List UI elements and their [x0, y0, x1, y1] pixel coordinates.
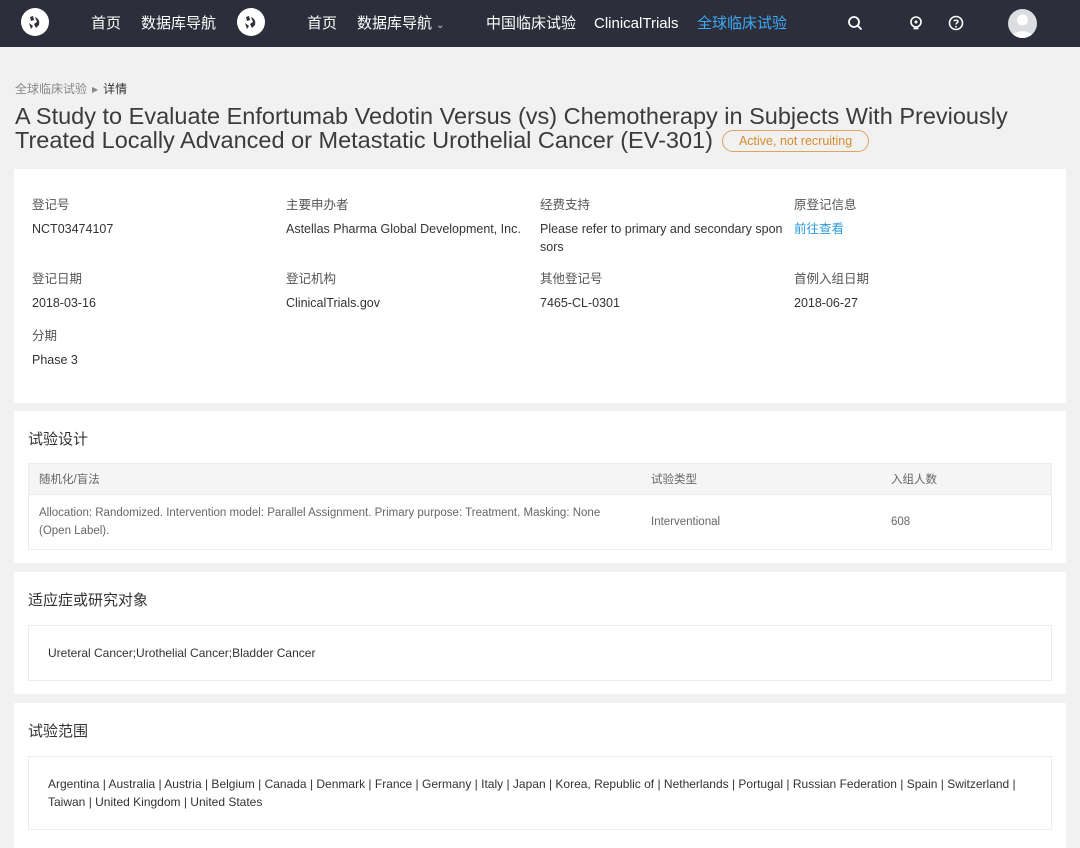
column-header: 随机化/盲法 — [29, 464, 641, 495]
table-header-row: 随机化/盲法 试验类型 入组人数 — [29, 464, 1051, 495]
field-value: 2018-03-16 — [32, 296, 96, 310]
column-header: 入组人数 — [881, 464, 1051, 495]
field-label: 首例入组日期 — [794, 272, 870, 286]
field-label: 分期 — [32, 329, 58, 343]
field-value: 7465-CL-0301 — [540, 296, 620, 310]
field-original-registration: 原登记信息 前往查看 — [794, 194, 857, 238]
scope-box: Argentina | Australia | Austria | Belgiu… — [28, 756, 1052, 830]
field-value: Astellas Pharma Global Development, Inc. — [286, 222, 521, 236]
field-label: 登记机构 — [286, 272, 337, 286]
field-label: 登记日期 — [32, 272, 83, 286]
search-icon[interactable] — [845, 13, 865, 33]
section-title: 试验范围 — [28, 723, 89, 740]
field-reg-date: 登记日期 2018-03-16 — [32, 268, 96, 312]
site-logo-icon[interactable] — [237, 8, 265, 36]
trial-design-card: 试验设计 随机化/盲法 试验类型 入组人数 Allocation: Random… — [14, 411, 1066, 563]
view-original-link[interactable]: 前往查看 — [794, 220, 857, 238]
section-title: 适应症或研究对象 — [28, 592, 149, 609]
chevron-down-icon: ⌄ — [436, 20, 445, 31]
field-label: 其他登记号 — [540, 272, 603, 286]
table-row: Allocation: Randomized. Intervention mod… — [29, 495, 1051, 550]
breadcrumb-current: 详情 — [103, 82, 128, 96]
nav-database-dropdown[interactable]: 数据库导航 ⌄ — [357, 0, 444, 47]
nav-home-link-2[interactable]: 首页 — [307, 0, 337, 47]
lightbulb-icon[interactable] — [906, 13, 926, 33]
conditions-text: Ureteral Cancer;Urothelial Cancer;Bladde… — [48, 646, 316, 660]
conditions-box: Ureteral Cancer;Urothelial Cancer;Bladde… — [28, 625, 1052, 681]
field-value: Please refer to primary and secondary sp… — [540, 222, 783, 254]
field-funding: 经费支持 Please refer to primary and seconda… — [540, 194, 786, 256]
top-navbar: 首页 数据库导航 首页 数据库导航 ⌄ 中国临床试验 ClinicalTrials… — [0, 0, 1080, 47]
field-other-reg-no: 其他登记号 7465-CL-0301 — [540, 268, 620, 312]
section-title: 试验设计 — [28, 431, 89, 448]
field-label: 登记号 — [32, 198, 70, 212]
trial-scope-card: 试验范围 Argentina | Australia | Austria | B… — [14, 703, 1066, 848]
design-cell: Allocation: Randomized. Intervention mod… — [39, 507, 601, 537]
trial-info-card: 登记号 NCT03474107 主要申办者 Astellas Pharma Gl… — [14, 169, 1066, 403]
field-reg-org: 登记机构 ClinicalTrials.gov — [286, 268, 380, 312]
enrollment-cell: 608 — [891, 516, 911, 528]
breadcrumb-separator-icon: ▶ — [92, 85, 99, 94]
page-title: A Study to Evaluate Enfortumab Vedotin V… — [15, 104, 1055, 152]
field-sponsor: 主要申办者 Astellas Pharma Global Development… — [286, 194, 521, 238]
column-header: 试验类型 — [641, 464, 881, 495]
field-label: 原登记信息 — [794, 198, 857, 212]
field-value: Phase 3 — [32, 353, 78, 367]
help-icon[interactable] — [946, 13, 966, 33]
nav-cn-trials-link[interactable]: 中国临床试验 — [486, 0, 576, 47]
trial-type-cell: Interventional — [651, 516, 721, 528]
breadcrumb-parent-link[interactable]: 全球临床试验 — [15, 82, 87, 96]
field-value: 2018-06-27 — [794, 296, 858, 310]
nav-clinicaltrials-link[interactable]: ClinicalTrials — [594, 0, 678, 47]
field-value: ClinicalTrials.gov — [286, 296, 381, 310]
field-label: 经费支持 — [540, 198, 591, 212]
field-reg-no: 登记号 NCT03474107 — [32, 194, 113, 238]
field-label: 主要申办者 — [286, 198, 349, 212]
field-phase: 分期 Phase 3 — [32, 325, 78, 369]
field-first-enroll-date: 首例入组日期 2018-06-27 — [794, 268, 869, 312]
nav-global-trials-link[interactable]: 全球临床试验 — [697, 0, 787, 47]
nav-database-label: 数据库导航 — [357, 15, 433, 32]
user-avatar[interactable] — [1008, 9, 1037, 38]
breadcrumb: 全球临床试验 ▶ 详情 — [15, 80, 127, 97]
site-logo-icon[interactable] — [21, 8, 49, 36]
countries-text: Argentina | Australia | Austria | Belgiu… — [48, 777, 1016, 809]
nav-home-link[interactable]: 首页 — [91, 0, 121, 47]
status-badge: Active, not recruiting — [721, 130, 870, 152]
design-table: 随机化/盲法 试验类型 入组人数 Allocation: Randomized.… — [29, 464, 1051, 549]
field-value: NCT03474107 — [32, 222, 114, 236]
nav-database-link[interactable]: 数据库导航 — [141, 0, 216, 47]
conditions-card: 适应症或研究对象 Ureteral Cancer;Urothelial Canc… — [14, 572, 1066, 694]
design-table-box: 随机化/盲法 试验类型 入组人数 Allocation: Randomized.… — [28, 463, 1052, 550]
